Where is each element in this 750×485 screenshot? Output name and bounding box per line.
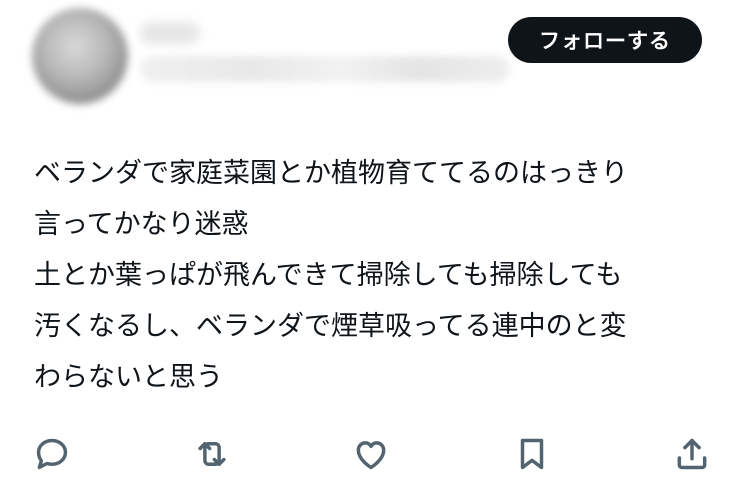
- display-name-redacted[interactable]: [140, 22, 200, 44]
- user-handle-redacted[interactable]: [140, 56, 510, 82]
- share-button[interactable]: [670, 432, 714, 476]
- tweet-text-line: 土とか葉っぱが飛んできて掃除しても掃除しても: [34, 260, 623, 291]
- tweet-text-line: 言ってかなり迷惑: [34, 209, 249, 240]
- bookmark-button[interactable]: [510, 432, 554, 476]
- share-icon: [677, 438, 707, 470]
- bookmark-icon: [520, 438, 544, 470]
- retweet-button[interactable]: [190, 432, 234, 476]
- tweet-action-bar: [0, 432, 750, 484]
- tweet-header: フォローする: [0, 0, 750, 120]
- avatar[interactable]: [32, 8, 128, 104]
- tweet-text-line: ベランダで家庭菜園とか植物育ててるのはっきり: [34, 158, 628, 189]
- tweet-text-line: 汚くなるし、ベランダで煙草吸ってる連中のと変: [34, 311, 627, 342]
- like-icon: [356, 441, 386, 470]
- reply-icon: [36, 438, 68, 470]
- like-button[interactable]: [349, 432, 393, 476]
- follow-button[interactable]: フォローする: [508, 17, 702, 63]
- tweet-text-line: わらないと思う: [34, 362, 223, 393]
- tweet-text: ベランダで家庭菜園とか植物育ててるのはっきり 言ってかなり迷惑 土とか葉っぱが飛…: [34, 148, 734, 403]
- retweet-icon: [198, 441, 226, 467]
- reply-button[interactable]: [30, 432, 74, 476]
